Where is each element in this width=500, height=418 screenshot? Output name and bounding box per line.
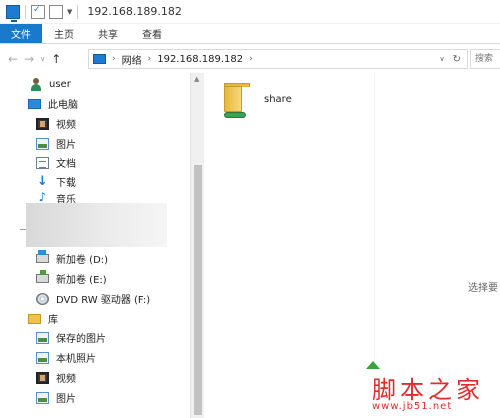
- computer-icon[interactable]: [6, 4, 20, 22]
- nav-item-label: 新加卷 (E:): [56, 275, 107, 286]
- properties-icon[interactable]: [31, 4, 45, 19]
- watermark-text: 脚本之家: [372, 376, 484, 404]
- preview-pane-hint: 选择要: [468, 283, 498, 294]
- pictures-folder-icon: [36, 351, 49, 364]
- chevron-right-icon[interactable]: ›: [249, 54, 253, 64]
- chevron-right-icon[interactable]: ›: [148, 54, 152, 64]
- pictures-folder-icon: [36, 391, 49, 404]
- address-history-chevron-icon[interactable]: ∨: [439, 55, 444, 63]
- nav-item-label: 本机照片: [56, 354, 96, 365]
- drive-icon: [36, 250, 49, 263]
- up-arrow-icon[interactable]: ↑: [51, 52, 61, 66]
- tab-view[interactable]: 查看: [130, 24, 174, 43]
- chevron-right-icon[interactable]: ›: [112, 54, 116, 64]
- breadcrumb-host[interactable]: 192.168.189.182: [157, 54, 243, 65]
- nav-item-label: 视频: [56, 120, 76, 131]
- nav-item-label: DVD RW 驱动器 (F:): [56, 295, 151, 306]
- pictures-folder-icon: [36, 331, 49, 344]
- quick-access-toolbar: ▼: [0, 4, 79, 22]
- back-arrow-icon[interactable]: ←: [8, 52, 18, 66]
- nav-item-label: 此电脑: [48, 100, 78, 111]
- download-arrow-icon: ↓: [37, 173, 48, 189]
- tab-home[interactable]: 主页: [42, 24, 86, 43]
- nav-item-label: 保存的图片: [56, 334, 106, 345]
- nav-item-label: 库: [48, 315, 58, 326]
- navigation-buttons: ← → ∨ ↑: [0, 52, 86, 66]
- blurred-region: [26, 203, 167, 247]
- watermark-arrow-icon: [366, 361, 380, 369]
- nav-item-label: user: [49, 79, 71, 90]
- refresh-icon[interactable]: ↻: [453, 54, 461, 65]
- address-field[interactable]: › 网络 › 192.168.189.182 › ∨ ↻: [88, 49, 468, 69]
- computer-icon: [28, 98, 41, 109]
- shared-folder-icon: [222, 82, 250, 118]
- recent-locations-chevron-icon[interactable]: ∨: [40, 55, 45, 63]
- nav-item-label: 下载: [56, 178, 76, 189]
- file-item-share[interactable]: share: [222, 80, 312, 124]
- library-icon: [28, 313, 41, 324]
- video-folder-icon: [36, 117, 49, 130]
- scroll-up-arrow-icon[interactable]: ▲: [194, 75, 199, 83]
- pictures-folder-icon: [36, 137, 49, 150]
- search-input[interactable]: 搜索: [470, 49, 500, 69]
- customize-toolbar-chevron-icon[interactable]: ▼: [67, 8, 72, 16]
- user-icon: [30, 78, 42, 91]
- nav-item-label: 文档: [56, 159, 76, 170]
- address-bar-row: ← → ∨ ↑ › 网络 › 192.168.189.182 › ∨ ↻ 搜索: [0, 45, 500, 73]
- nav-item-label: 视频: [56, 374, 76, 385]
- address-actions: ∨ ↻: [439, 50, 467, 68]
- nav-item-label: 图片: [56, 140, 76, 151]
- tab-file[interactable]: 文件: [0, 24, 42, 43]
- dvd-drive-icon: [36, 292, 49, 305]
- nav-item-label: 新加卷 (D:): [56, 255, 109, 266]
- nav-pane-scrollbar[interactable]: ▲: [190, 73, 204, 418]
- watermark-url: www.jb51.net: [372, 401, 453, 412]
- tree-connector: [20, 229, 26, 230]
- ribbon-tabs: 文件 主页 共享 查看: [0, 24, 500, 44]
- computer-icon: [93, 54, 106, 64]
- documents-folder-icon: [36, 156, 49, 169]
- nav-item-label: 音乐: [56, 195, 76, 203]
- forward-arrow-icon[interactable]: →: [24, 52, 34, 66]
- breadcrumb-network[interactable]: 网络: [122, 52, 142, 67]
- nav-item-label: 图片: [56, 394, 76, 405]
- file-item-label: share: [264, 94, 292, 105]
- window-title: 192.168.189.182: [87, 5, 182, 18]
- title-bar: ▼ 192.168.189.182: [0, 0, 500, 24]
- drive-icon: [36, 270, 49, 283]
- scrollbar-thumb[interactable]: [194, 165, 202, 415]
- music-note-icon: ♪: [38, 191, 47, 203]
- toolbar-divider: [77, 4, 79, 19]
- new-folder-icon[interactable]: [49, 4, 63, 19]
- tab-share[interactable]: 共享: [86, 24, 130, 43]
- video-folder-icon: [36, 371, 49, 384]
- file-list-pane: [204, 73, 500, 418]
- toolbar-divider: [25, 4, 26, 19]
